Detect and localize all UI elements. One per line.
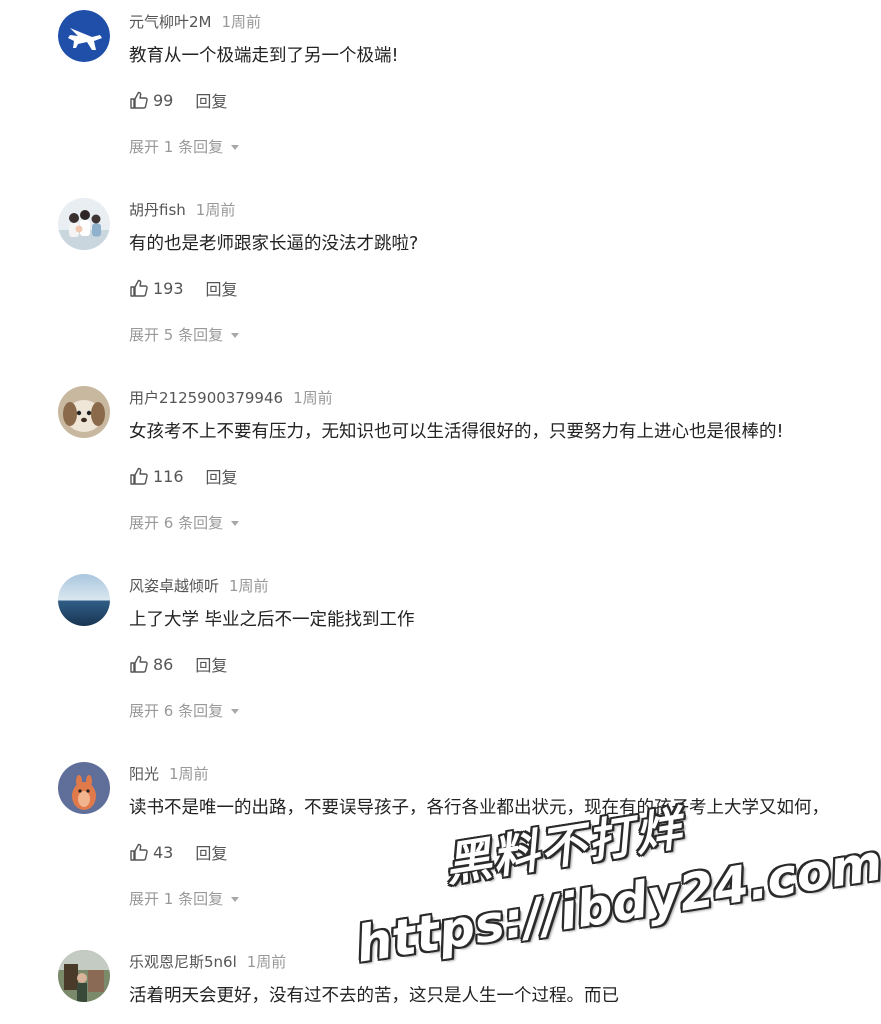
avatar[interactable] xyxy=(58,574,110,626)
like-count: 43 xyxy=(153,842,174,862)
comment-meta: 乐观恩尼斯5n6l 1周前 xyxy=(129,952,286,972)
expand-replies-button[interactable]: 展开 6 条回复 xyxy=(129,700,240,721)
expand-replies-button[interactable]: 展开 5 条回复 xyxy=(129,324,240,345)
timestamp: 1周前 xyxy=(195,201,236,219)
avatar[interactable] xyxy=(58,198,110,250)
timestamp: 1周前 xyxy=(221,13,262,31)
thumbs-up-icon xyxy=(130,843,148,861)
comment-meta: 元气柳叶2M 1周前 xyxy=(129,12,261,32)
expand-replies-button[interactable]: 展开 1 条回复 xyxy=(129,888,240,909)
comment-text: 教育从一个极端走到了另一个极端! xyxy=(129,46,399,66)
comment-actions: 116 回复 xyxy=(129,464,238,488)
timestamp: 1周前 xyxy=(246,953,287,971)
caret-down-icon xyxy=(231,521,240,526)
caret-down-icon xyxy=(231,333,240,338)
reply-button[interactable]: 回复 xyxy=(195,840,227,864)
timestamp: 1周前 xyxy=(169,765,209,783)
like-count: 99 xyxy=(153,90,174,110)
comment-item: 用户2125900379946 1周前 女孩考不上不要有压力，无知识也可以生活得很… xyxy=(0,376,881,564)
comment-meta: 风姿卓越倾听 1周前 xyxy=(129,576,269,596)
username[interactable]: 胡丹fish xyxy=(129,201,186,219)
expand-replies-button[interactable]: 展开 6 条回复 xyxy=(129,512,240,533)
group-photo-avatar-icon xyxy=(58,198,110,250)
expand-replies-label: 展开 6 条回复 xyxy=(129,702,224,720)
comment-actions: 43 回复 xyxy=(129,840,227,864)
dog-avatar-icon xyxy=(58,386,110,438)
comment-item: 胡丹fish 1周前 有的也是老师跟家长逼的没法才跳啦? 193 回复 展开 5 … xyxy=(0,188,881,376)
comment-meta: 阳光 1周前 xyxy=(129,764,209,784)
expand-replies-label: 展开 5 条回复 xyxy=(129,326,224,344)
expand-replies-button[interactable]: 展开 1 条回复 xyxy=(129,136,240,157)
comment-actions: 99 回复 xyxy=(129,88,227,112)
timestamp: 1周前 xyxy=(293,389,333,407)
comment-meta: 胡丹fish 1周前 xyxy=(129,200,235,220)
username[interactable]: 用户2125900379946 xyxy=(129,389,283,407)
caret-down-icon xyxy=(231,709,240,714)
expand-replies-label: 展开 1 条回复 xyxy=(129,138,224,156)
comment-text: 有的也是老师跟家长逼的没法才跳啦? xyxy=(129,234,419,254)
comment-actions: 193 回复 xyxy=(129,276,238,300)
comment-actions: 86 回复 xyxy=(129,652,227,676)
reply-button[interactable]: 回复 xyxy=(206,464,238,488)
comment-text: 活着明天会更好，没有过不去的苦，这只是人生一个过程。而已 xyxy=(129,986,619,1006)
avatar[interactable] xyxy=(58,10,110,62)
comment-item: 风姿卓越倾听 1周前 上了大学 毕业之后不一定能找到工作 86 回复 展开 6 条… xyxy=(0,564,881,752)
reply-button[interactable]: 回复 xyxy=(195,652,227,676)
caret-down-icon xyxy=(231,145,240,150)
ocean-avatar-icon xyxy=(58,574,110,626)
thumbs-up-icon xyxy=(130,467,148,485)
caret-down-icon xyxy=(231,897,240,902)
comment-item: 元气柳叶2M 1周前 教育从一个极端走到了另一个极端! 99 回复 展开 1 条回… xyxy=(0,0,881,188)
like-count: 116 xyxy=(153,466,184,486)
username[interactable]: 风姿卓越倾听 xyxy=(129,577,219,595)
expand-replies-label: 展开 1 条回复 xyxy=(129,890,224,908)
comment-item: 阳光 1周前 读书不是唯一的出路，不要误导孩子，各行各业都出状元，现在有的孩子考上… xyxy=(0,752,881,940)
comment-text: 上了大学 毕业之后不一定能找到工作 xyxy=(129,610,415,630)
username[interactable]: 阳光 xyxy=(129,765,159,783)
like-count: 86 xyxy=(153,654,174,674)
avatar[interactable] xyxy=(58,950,110,1002)
avatar[interactable] xyxy=(58,762,110,814)
comment-meta: 用户2125900379946 1周前 xyxy=(129,388,333,408)
like-button[interactable]: 193 xyxy=(129,278,184,298)
comment-text: 女孩考不上不要有压力，无知识也可以生活得很好的，只要努力有上进心也是很棒的! xyxy=(129,422,784,442)
avatar[interactable] xyxy=(58,386,110,438)
comment-text: 读书不是唯一的出路，不要误导孩子，各行各业都出状元，现在有的孩子考上大学又如何， xyxy=(129,798,829,818)
thumbs-up-icon xyxy=(130,655,148,673)
reply-button[interactable]: 回复 xyxy=(206,276,238,300)
like-button[interactable]: 116 xyxy=(129,466,184,486)
username[interactable]: 元气柳叶2M xyxy=(129,13,212,31)
timestamp: 1周前 xyxy=(229,577,269,595)
comment-item: 乐观恩尼斯5n6l 1周前 活着明天会更好，没有过不去的苦，这只是人生一个过程。而… xyxy=(0,940,881,1024)
jet-plane-avatar-icon xyxy=(58,10,110,62)
like-button[interactable]: 99 xyxy=(129,90,173,110)
outdoor-photo-avatar-icon xyxy=(58,950,110,1002)
thumbs-up-icon xyxy=(130,279,148,297)
username[interactable]: 乐观恩尼斯5n6l xyxy=(129,953,237,971)
expand-replies-label: 展开 6 条回复 xyxy=(129,514,224,532)
cartoon-avatar-icon xyxy=(58,762,110,814)
like-count: 193 xyxy=(153,278,184,298)
like-button[interactable]: 43 xyxy=(129,842,173,862)
reply-button[interactable]: 回复 xyxy=(195,88,227,112)
thumbs-up-icon xyxy=(130,91,148,109)
like-button[interactable]: 86 xyxy=(129,654,173,674)
